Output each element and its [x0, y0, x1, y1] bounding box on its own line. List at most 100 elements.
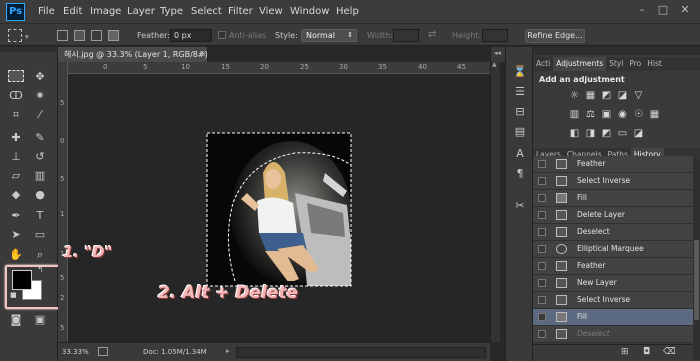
eraser-icon[interactable]: ▱ — [8, 169, 24, 183]
history-source-checkbox[interactable] — [538, 330, 546, 338]
maximize-button[interactable]: □ — [656, 3, 670, 17]
rectangle-shape-icon[interactable]: ▭ — [32, 228, 48, 242]
eyedropper-icon[interactable]: ⁄ — [32, 108, 48, 122]
photo-filter-icon[interactable]: ◉ — [617, 109, 628, 120]
rectangular-marquee-icon[interactable] — [8, 70, 24, 82]
tab-properties[interactable]: Pro — [626, 57, 644, 71]
history-source-checkbox[interactable] — [538, 177, 546, 185]
menu-image[interactable]: Image — [90, 6, 121, 17]
swap-icon[interactable]: ⇄ — [428, 29, 436, 40]
menu-type[interactable]: Type — [160, 6, 183, 17]
brightness-icon[interactable]: ☼ — [569, 90, 580, 101]
blur-icon[interactable]: ◆ — [8, 188, 24, 202]
menu-window[interactable]: Window — [290, 6, 329, 17]
menu-select[interactable]: Select — [191, 6, 222, 17]
style-select[interactable]: Normal ⇕ — [301, 29, 357, 42]
tab-adjustments[interactable]: Adjustments — [553, 57, 607, 71]
clone-stamp-icon[interactable]: ⊥ — [8, 150, 24, 164]
history-source-checkbox[interactable] — [538, 296, 546, 304]
status-menu-arrow-icon[interactable]: ▸ — [226, 347, 230, 355]
levels-icon[interactable]: ▦ — [585, 90, 596, 101]
pen-icon[interactable]: ✒ — [8, 209, 24, 223]
history-source-checkbox[interactable] — [538, 262, 546, 270]
tab-actions[interactable]: Acti — [533, 57, 553, 71]
new-selection-icon[interactable] — [57, 30, 68, 41]
menu-view[interactable]: View — [259, 6, 283, 17]
color-lookup-icon[interactable]: ▦ — [649, 109, 660, 120]
swap-colors-icon[interactable]: ↰ — [37, 265, 44, 274]
hand-icon[interactable]: ✋ — [8, 248, 24, 262]
healing-brush-icon[interactable]: ✚ — [8, 131, 24, 145]
tools-settings-icon[interactable]: ✂ — [512, 199, 528, 213]
close-button[interactable]: ✕ — [678, 3, 692, 17]
vertical-scrollbar[interactable]: ▲ — [490, 61, 500, 342]
threshold-icon[interactable]: ◩ — [601, 128, 612, 139]
vibrance-icon[interactable]: ▽ — [633, 90, 644, 101]
feather-field[interactable]: 0 px — [170, 29, 212, 42]
history-item[interactable]: Elliptical Marquee — [533, 241, 693, 258]
history-item[interactable]: Select Inverse — [533, 173, 693, 190]
height-field[interactable] — [482, 29, 508, 42]
invert-icon[interactable]: ◧ — [569, 128, 580, 139]
tab-history-top[interactable]: Hist — [644, 57, 665, 71]
tab-styles[interactable]: Styl — [606, 57, 626, 71]
subtract-selection-icon[interactable] — [91, 30, 102, 41]
paragraph-panel-icon[interactable]: ¶ — [512, 167, 528, 181]
history-scrollbar[interactable] — [693, 160, 700, 360]
history-item[interactable]: Feather — [533, 156, 693, 173]
close-tab-icon[interactable]: × — [200, 49, 207, 58]
history-item[interactable]: Fill — [533, 309, 693, 326]
move-tool-icon[interactable]: ✥ — [32, 70, 48, 84]
dodge-icon[interactable]: ● — [32, 188, 48, 202]
history-source-checkbox[interactable] — [538, 279, 546, 287]
history-scrollbar-thumb[interactable] — [694, 240, 699, 320]
document-info-icon[interactable] — [98, 347, 108, 356]
collapse-arrows-icon[interactable]: ◂◂ — [494, 49, 501, 57]
posterize-icon[interactable]: ◨ — [585, 128, 596, 139]
curves-icon[interactable]: ◩ — [601, 90, 612, 101]
delete-state-icon[interactable]: ⌫ — [663, 347, 676, 357]
history-brush-icon[interactable]: ↺ — [32, 150, 48, 164]
new-document-from-state-icon[interactable]: ⊞ — [621, 347, 629, 357]
selective-color-icon[interactable]: ◪ — [633, 128, 644, 139]
zoom-level[interactable]: 33.33% — [62, 348, 89, 356]
history-source-checkbox[interactable] — [538, 245, 546, 253]
tool-presets-icon[interactable]: ⊟ — [512, 105, 528, 119]
path-selection-icon[interactable]: ➤ — [8, 228, 24, 242]
gradient-map-icon[interactable]: ▭ — [617, 128, 628, 139]
chevron-down-icon[interactable]: ▾ — [25, 33, 29, 41]
menu-help[interactable]: Help — [336, 6, 359, 17]
lasso-icon[interactable]: ↀ — [8, 89, 24, 103]
minimize-button[interactable]: – — [635, 3, 649, 17]
black-white-icon[interactable]: ▣ — [601, 109, 612, 120]
marquee-tool-preset-icon[interactable] — [8, 29, 22, 42]
color-balance-icon[interactable]: ⚖ — [585, 109, 596, 120]
default-colors-icon[interactable]: ■ — [10, 291, 17, 299]
history-item[interactable]: New Layer — [533, 275, 693, 292]
scroll-up-icon[interactable]: ▲ — [492, 61, 497, 68]
actions-panel-icon[interactable]: ☰ — [512, 85, 528, 99]
antialias-checkbox[interactable] — [218, 31, 226, 39]
history-item[interactable]: Deselect — [533, 326, 693, 343]
add-selection-icon[interactable] — [74, 30, 85, 41]
horizontal-scrollbar[interactable] — [236, 347, 486, 358]
channel-mixer-icon[interactable]: ☉ — [633, 109, 644, 120]
exposure-icon[interactable]: ◪ — [617, 90, 628, 101]
menu-file[interactable]: File — [38, 6, 55, 17]
history-source-checkbox[interactable] — [538, 211, 546, 219]
width-field[interactable] — [393, 29, 419, 42]
crop-icon[interactable]: ⌗ — [8, 108, 24, 122]
menu-edit[interactable]: Edit — [63, 6, 82, 17]
quick-mask-icon[interactable]: ◙ — [8, 313, 24, 327]
history-source-checkbox[interactable] — [538, 160, 546, 168]
type-tool-icon[interactable]: T — [32, 209, 48, 223]
history-item[interactable]: Feather — [533, 258, 693, 275]
history-source-checkbox[interactable] — [538, 194, 546, 202]
camera-snapshot-icon[interactable]: ◘ — [643, 347, 650, 357]
history-source-checkbox[interactable] — [538, 228, 546, 236]
history-source-checkbox[interactable] — [538, 313, 546, 321]
history-item[interactable]: Fill — [533, 190, 693, 207]
history-panel-icon[interactable]: ⌛ — [512, 65, 528, 79]
menu-layer[interactable]: Layer — [127, 6, 155, 17]
history-item[interactable]: Select Inverse — [533, 292, 693, 309]
